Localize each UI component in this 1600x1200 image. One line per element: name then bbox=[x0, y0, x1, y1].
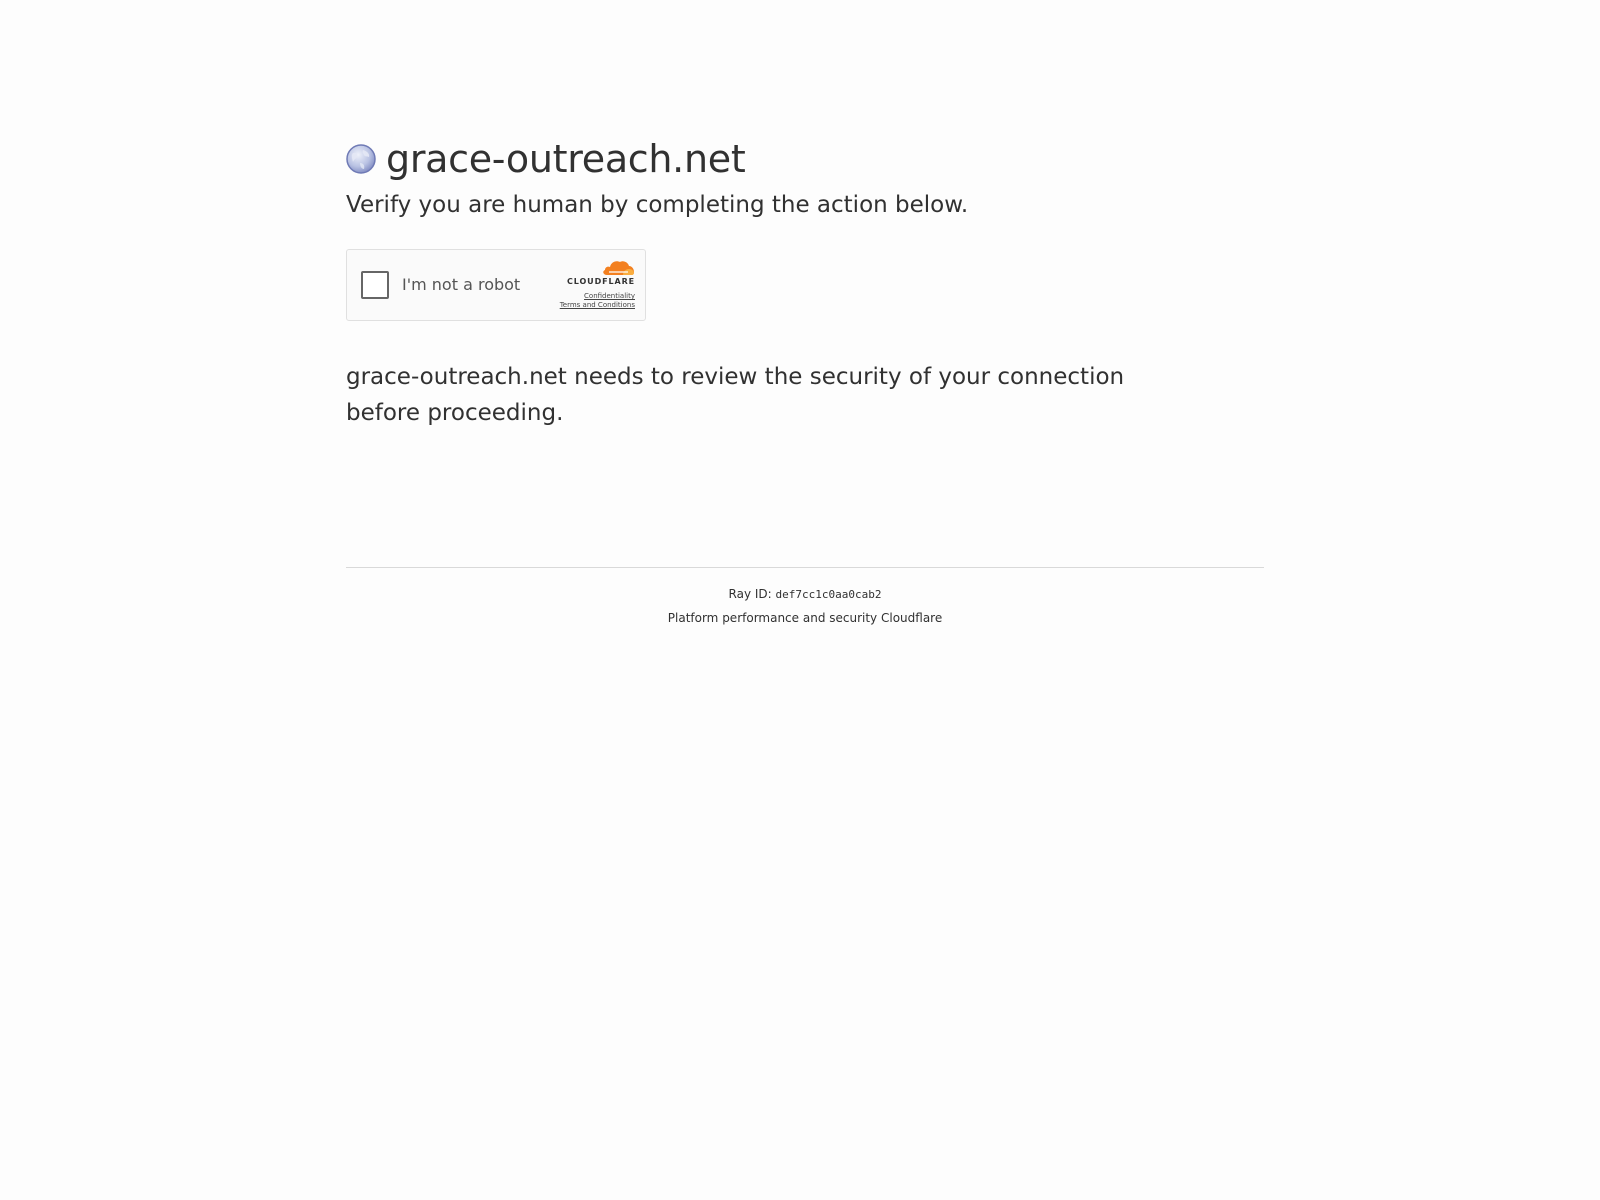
verify-headline: Verify you are human by completing the a… bbox=[346, 192, 969, 218]
cloudflare-link[interactable]: Cloudflare bbox=[881, 611, 942, 625]
checkbox-label[interactable]: I'm not a robot bbox=[402, 274, 520, 296]
globe-icon bbox=[346, 144, 376, 174]
terms-link[interactable]: Terms and Conditions bbox=[543, 301, 635, 310]
ray-id-line: Ray ID: def7cc1c0aa0cab2 bbox=[346, 586, 1264, 603]
site-header: grace-outreach.net bbox=[346, 136, 1264, 182]
performance-line: Platform performance and security Cloudf… bbox=[346, 610, 1264, 626]
cloudflare-branding: CLOUDFLARE Confidentiality Terms and Con… bbox=[543, 258, 635, 310]
footer: Ray ID: def7cc1c0aa0cab2 Platform perfor… bbox=[346, 567, 1264, 626]
human-checkbox[interactable] bbox=[361, 271, 389, 299]
cloudflare-cloud-icon bbox=[603, 261, 634, 275]
ray-id-label: Ray ID: bbox=[728, 587, 772, 601]
security-message: grace-outreach.net needs to review the s… bbox=[346, 364, 1125, 426]
site-name: grace-outreach.net bbox=[386, 137, 746, 181]
challenge-widget: I'm not a robot CLOUDFLARE Confidentiali… bbox=[346, 249, 646, 321]
ray-id-value: def7cc1c0aa0cab2 bbox=[775, 588, 882, 601]
performance-text: Platform performance and security bbox=[667, 611, 878, 625]
cloudflare-wordmark: CLOUDFLARE bbox=[567, 277, 635, 286]
main-content: grace-outreach.net Verify you are human … bbox=[346, 136, 1264, 431]
privacy-link[interactable]: Confidentiality bbox=[543, 292, 635, 301]
